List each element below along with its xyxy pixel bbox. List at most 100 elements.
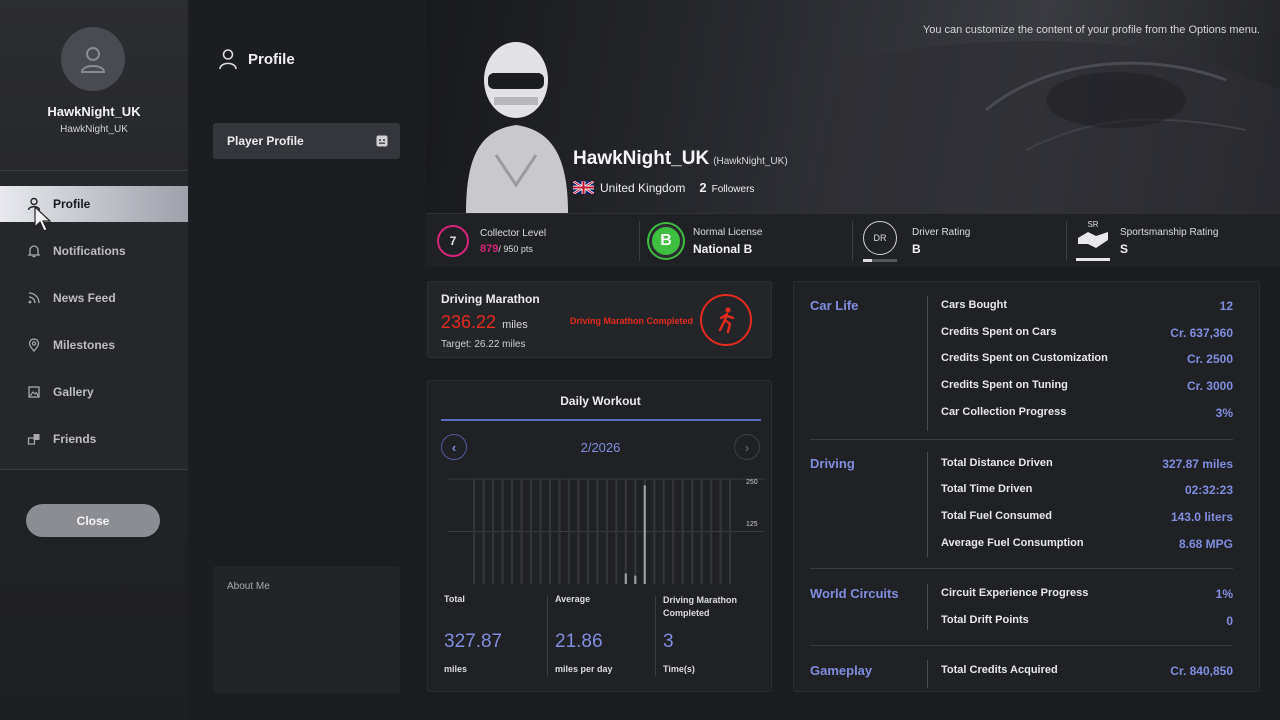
workout-marathons: Driving Marathon Completed 3 Time(s) <box>663 594 763 684</box>
divider <box>1066 221 1067 261</box>
sidebar-item-label: Friends <box>53 432 97 446</box>
day-track <box>520 479 523 584</box>
collector-points-total: / 950 pts <box>498 243 533 254</box>
day-track <box>577 479 580 584</box>
day-bar <box>624 573 627 584</box>
day-track <box>539 479 542 584</box>
divider <box>547 596 548 676</box>
user-name: HawkNight_UK <box>47 104 141 119</box>
workout-title-underline <box>441 419 761 421</box>
section-gameplay: Gameplay <box>810 663 873 678</box>
stat-label: Credits Spent on Cars <box>941 326 1057 338</box>
driving-marathon-card[interactable]: Driving Marathon 236.22 miles Target: 26.… <box>427 281 772 358</box>
section-line <box>927 452 928 557</box>
day-track <box>586 479 589 584</box>
marathon-distance-value: 236.22 <box>441 312 497 332</box>
sidebar-item-notifications[interactable]: Notifications <box>0 233 188 269</box>
stat-row: Total Fuel Consumed 143.0 liters <box>941 510 1233 524</box>
day-track <box>681 479 684 584</box>
stats-panel: Car Life Cars Bought 12 Credits Spent on … <box>793 281 1260 692</box>
section-driving: Driving <box>810 456 855 471</box>
driver-avatar-image <box>466 42 568 213</box>
player-handle: (HawkNight_UK) <box>713 156 788 167</box>
license-label: Normal License <box>693 226 763 238</box>
stat-row: Cars Bought 12 <box>941 299 1233 313</box>
collector-points-value: 879 <box>480 242 499 255</box>
day-track <box>672 479 675 584</box>
daily-workout-card: Daily Workout ‹ 2/2026 › 250 125 Total 3… <box>427 380 772 692</box>
followers[interactable]: 2 Followers <box>699 180 754 195</box>
page-title-text: Profile <box>248 50 295 68</box>
sidebar-item-label: News Feed <box>53 291 116 305</box>
day-track <box>605 479 608 584</box>
marathons-value: 3 <box>663 631 674 652</box>
stat-value: Cr. 3000 <box>1186 379 1233 393</box>
stat-row: Credits Spent on Cars Cr. 637,360 <box>941 326 1233 340</box>
sportsmanship-rating: SR Sportsmanship Rating S <box>1076 214 1218 268</box>
person-icon <box>219 49 237 70</box>
sidebar-item-milestones[interactable]: Milestones <box>0 327 188 363</box>
stat-value: 3% <box>1215 406 1233 420</box>
day-track <box>548 479 552 584</box>
section-line <box>927 584 928 630</box>
next-month-button[interactable]: › <box>734 434 760 460</box>
divider <box>810 439 1233 440</box>
stat-label: Credits Spent on Customization <box>941 352 1108 364</box>
sidebar-item-label: Milestones <box>53 338 116 352</box>
stat-label: Total Fuel Consumed <box>941 510 1053 522</box>
stat-value: 1% <box>1215 587 1233 601</box>
collector-points: 879/ 950 pts <box>480 243 546 255</box>
y-tick-125: 125 <box>746 521 758 528</box>
sidebar-item-gallery[interactable]: Gallery <box>0 374 188 410</box>
average-label: Average <box>555 594 591 604</box>
average-value: 21.86 <box>555 631 603 652</box>
stat-value: Cr. 2500 <box>1186 352 1233 366</box>
license-value: National B <box>693 241 753 256</box>
avatar[interactable] <box>61 27 125 91</box>
about-me-panel[interactable]: About Me <box>213 566 400 693</box>
stat-value: 327.87 miles <box>1162 457 1233 471</box>
day-track <box>482 479 485 584</box>
sidebar-item-profile[interactable]: Profile <box>0 186 188 222</box>
stat-label: Car Collection Progress <box>941 406 1067 418</box>
day-track <box>567 479 571 584</box>
collector-level: 7 Collector Level 879/ 950 pts <box>437 214 546 268</box>
divider <box>852 221 853 261</box>
marathon-title: Driving Marathon <box>441 292 540 306</box>
workout-month: 2/2026 <box>580 440 621 455</box>
driver-rating-label: Driver Rating <box>912 226 971 238</box>
followers-label: Followers <box>711 184 755 195</box>
friends-icon <box>26 431 42 447</box>
stat-label: Average Fuel Consumption <box>941 537 1084 549</box>
uk-flag-icon <box>573 181 594 194</box>
day-track <box>491 479 495 584</box>
day-track <box>653 479 656 584</box>
sidebar-item-friends[interactable]: Friends <box>0 421 188 457</box>
player-name: HawkNight_UK (HawkNight_UK) <box>573 148 788 170</box>
stat-label: Total Distance Driven <box>941 457 1053 469</box>
day-track <box>729 479 732 584</box>
stat-value: Cr. 637,360 <box>1170 326 1233 340</box>
followers-count: 2 <box>699 180 707 195</box>
workout-total: Total 327.87 miles <box>444 593 502 683</box>
sportsmanship-badge: SR <box>1076 220 1110 262</box>
marathon-distance: 236.22 miles <box>441 312 528 333</box>
day-bar <box>634 575 637 584</box>
day-track <box>473 479 476 584</box>
section-line <box>927 296 928 431</box>
customize-hint: You can customize the content of your pr… <box>922 24 1260 36</box>
player-profile-button[interactable]: Player Profile <box>213 123 400 159</box>
profile-banner: You can customize the content of your pr… <box>426 0 1280 213</box>
total-unit: miles <box>444 664 468 674</box>
day-track <box>510 479 514 584</box>
ratings-strip: 7 Collector Level 879/ 950 pts B Normal … <box>426 213 1280 267</box>
stat-value: 0 <box>1226 614 1233 628</box>
driver-rating-badge: DR <box>863 221 897 262</box>
sidebar-item-news-feed[interactable]: News Feed <box>0 280 188 316</box>
divider <box>810 645 1233 646</box>
section-line <box>927 660 928 688</box>
license-badge: B <box>649 224 683 258</box>
close-button[interactable]: Close <box>26 504 160 537</box>
marathon-target: Target: 26.22 miles <box>441 339 526 350</box>
day-track <box>558 479 561 584</box>
